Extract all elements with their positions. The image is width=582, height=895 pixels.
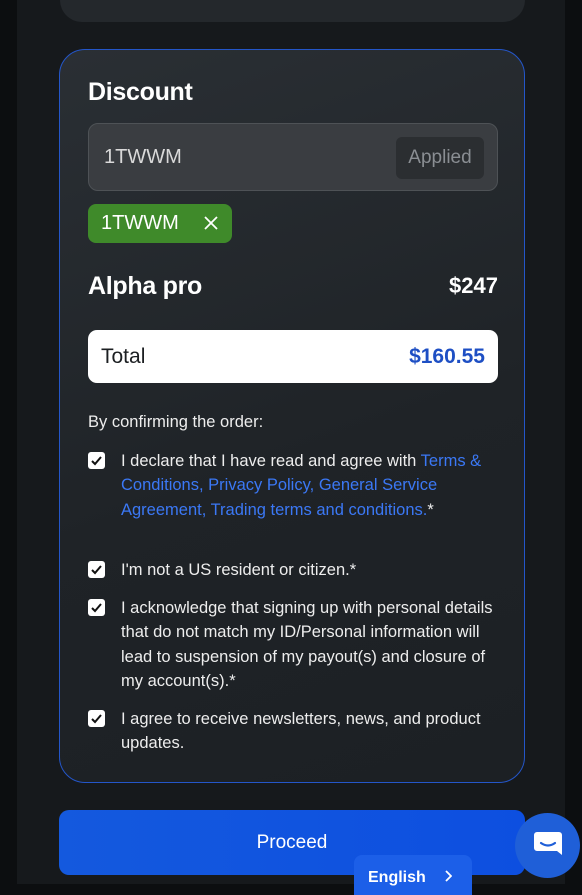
- acknowledge-id-checkbox[interactable]: [88, 599, 105, 616]
- product-price: $247: [449, 273, 498, 298]
- discount-code-value: 1TWWM: [104, 146, 182, 168]
- close-icon[interactable]: [203, 215, 219, 231]
- chip-code-label: 1TWWM: [101, 212, 179, 234]
- chat-bubble-icon: [534, 832, 562, 855]
- checkmark-icon: [91, 456, 102, 466]
- applied-button[interactable]: Applied: [396, 137, 484, 179]
- product-row: Alpha pro $247: [88, 270, 498, 302]
- product-name: Alpha pro: [88, 272, 202, 300]
- previous-section-card: [60, 0, 525, 22]
- total-label: Total: [101, 345, 146, 368]
- not-us-resident-item: I'm not a US resident or citizen.*: [88, 558, 498, 584]
- applied-code-chip: 1TWWM: [88, 204, 232, 243]
- agree-terms-item: I declare that I have read and agree wit…: [88, 449, 498, 549]
- confirmation-heading: By confirming the order:: [88, 413, 264, 431]
- checkmark-icon: [91, 714, 102, 724]
- checkmark-icon: [91, 565, 102, 575]
- agree-terms-text: I declare that I have read and agree wit…: [121, 449, 501, 522]
- acknowledge-id-item: I acknowledge that signing up with perso…: [88, 596, 498, 696]
- not-us-resident-text: I'm not a US resident or citizen.*: [121, 561, 357, 579]
- trading-terms-link[interactable]: Trading terms and conditions.: [211, 501, 428, 519]
- checkmark-icon: [91, 603, 102, 613]
- language-label: English: [368, 869, 426, 886]
- language-selector[interactable]: English: [354, 855, 472, 895]
- discount-title: Discount: [88, 78, 193, 106]
- agree-terms-intro: I declare that I have read and agree wit…: [121, 452, 421, 470]
- discount-code-input[interactable]: 1TWWM Applied: [88, 123, 498, 191]
- privacy-policy-link[interactable]: Privacy Policy,: [208, 476, 314, 494]
- chevron-right-icon: [445, 870, 452, 882]
- total-box: Total $160.55: [88, 330, 498, 383]
- chat-launcher-button[interactable]: [515, 813, 580, 878]
- total-value: $160.55: [409, 345, 485, 368]
- acknowledge-id-text: I acknowledge that signing up with perso…: [121, 599, 493, 690]
- agree-terms-checkbox[interactable]: [88, 452, 105, 469]
- discount-card: Discount 1TWWM Applied 1TWWM Alpha pro $…: [59, 49, 525, 783]
- required-marker: *: [427, 500, 434, 519]
- newsletter-text: I agree to receive newsletters, news, an…: [121, 710, 481, 753]
- not-us-resident-checkbox[interactable]: [88, 561, 105, 578]
- newsletter-checkbox[interactable]: [88, 710, 105, 727]
- newsletter-item: I agree to receive newsletters, news, an…: [88, 707, 498, 757]
